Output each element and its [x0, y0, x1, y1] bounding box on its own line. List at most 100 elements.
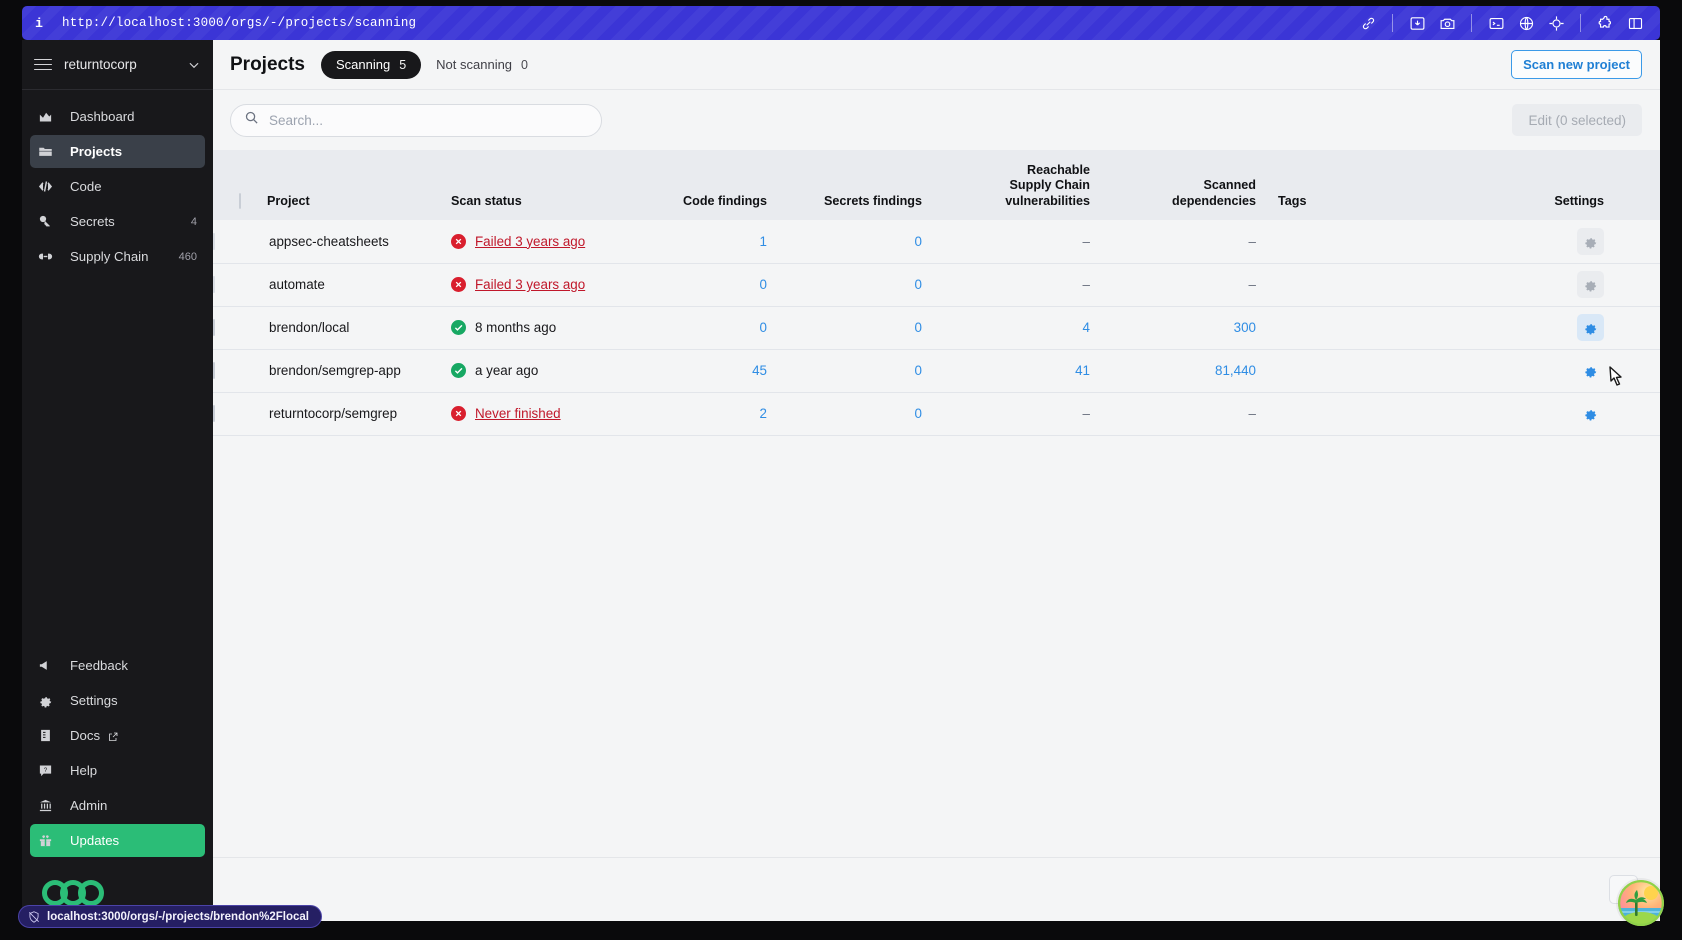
tab-not-scanning-label: Not scanning — [436, 57, 513, 72]
user-avatar[interactable] — [1618, 880, 1664, 926]
target-icon[interactable] — [1541, 8, 1571, 38]
cell-dependencies[interactable]: 300 — [1112, 306, 1278, 349]
cell-dependencies-value: – — [1248, 406, 1256, 421]
sidebar-item-help[interactable]: ? Help — [30, 754, 205, 787]
cell-settings[interactable] — [1478, 220, 1660, 263]
cell-project[interactable]: automate — [267, 263, 451, 306]
row-settings-gear-button[interactable] — [1577, 314, 1604, 341]
cell-secrets[interactable]: 0 — [789, 220, 944, 263]
table-row[interactable]: appsec-cheatsheets Failed 3 years ago 1 0 – – — [213, 220, 1660, 263]
edit-selected-button[interactable]: Edit (0 selected) — [1512, 104, 1642, 136]
sidebar-item-code[interactable]: Code — [30, 170, 205, 203]
terminal-icon[interactable] — [1481, 8, 1511, 38]
sidebar-label-admin: Admin — [70, 798, 108, 813]
row-checkbox[interactable] — [213, 319, 215, 336]
cell-reachable-value: 4 — [1082, 320, 1090, 335]
cell-tags — [1278, 263, 1478, 306]
cell-secrets[interactable]: 0 — [789, 263, 944, 306]
globe-icon[interactable] — [1511, 8, 1541, 38]
row-checkbox[interactable] — [213, 405, 215, 422]
cell-project[interactable]: appsec-cheatsheets — [267, 220, 451, 263]
header-reachable-line3: vulnerabilities — [1005, 193, 1090, 208]
cell-checkbox[interactable] — [213, 392, 267, 435]
cell-settings[interactable] — [1478, 392, 1660, 435]
shield-off-icon — [27, 910, 41, 924]
row-checkbox[interactable] — [213, 362, 215, 379]
search-box[interactable] — [230, 103, 602, 137]
sidebar-label-dashboard: Dashboard — [70, 109, 135, 124]
org-selector[interactable]: returntocorp — [22, 40, 213, 90]
cell-dependencies[interactable]: 81,440 — [1112, 349, 1278, 392]
cell-project[interactable]: returntocorp/semgrep — [267, 392, 451, 435]
cell-scan-status[interactable]: Failed 3 years ago — [451, 263, 643, 306]
cell-secrets[interactable]: 0 — [789, 349, 944, 392]
save-to-device-icon[interactable] — [1402, 8, 1432, 38]
sidebar-item-supply-chain[interactable]: Supply Chain 460 — [30, 240, 205, 273]
cell-reachable-value: – — [1082, 277, 1090, 292]
cell-reachable[interactable]: 4 — [944, 306, 1112, 349]
cell-scan-status[interactable]: 8 months ago — [451, 306, 643, 349]
header-scan-status: Scan status — [451, 150, 643, 220]
sidebar-item-dashboard[interactable]: Dashboard — [30, 100, 205, 133]
row-settings-gear-button[interactable] — [1577, 400, 1604, 427]
cell-secrets[interactable]: 0 — [789, 306, 944, 349]
sidebar-item-docs[interactable]: Docs — [30, 719, 205, 752]
camera-icon[interactable] — [1432, 8, 1462, 38]
cell-checkbox[interactable] — [213, 306, 267, 349]
table-row[interactable]: automate Failed 3 years ago 0 0 – – — [213, 263, 1660, 306]
folder-icon — [38, 144, 60, 159]
link-icon[interactable] — [1353, 8, 1383, 38]
sidebar-item-updates[interactable]: Updates — [30, 824, 205, 857]
cell-project[interactable]: brendon/local — [267, 306, 451, 349]
cell-dependencies: – — [1112, 220, 1278, 263]
header-select-all — [213, 150, 267, 220]
table-toolbar: Edit (0 selected) — [213, 90, 1660, 150]
cell-scan-status[interactable]: Never finished — [451, 392, 643, 435]
cell-code[interactable]: 0 — [643, 263, 789, 306]
page-title: Projects — [230, 53, 305, 75]
table-body: appsec-cheatsheets Failed 3 years ago 1 0 – –… — [213, 220, 1660, 435]
cell-code-value: 0 — [759, 277, 767, 292]
table-row[interactable]: returntocorp/semgrep Never finished 2 0 – – — [213, 392, 1660, 435]
sidebar-item-secrets[interactable]: Secrets 4 — [30, 205, 205, 238]
row-checkbox — [213, 276, 215, 293]
cell-code[interactable]: 0 — [643, 306, 789, 349]
cell-project[interactable]: brendon/semgrep-app — [267, 349, 451, 392]
cell-code[interactable]: 1 — [643, 220, 789, 263]
split-panel-icon[interactable] — [1620, 8, 1650, 38]
scan-new-project-button[interactable]: Scan new project — [1511, 50, 1642, 79]
select-all-checkbox[interactable] — [239, 192, 241, 209]
cell-settings[interactable] — [1478, 306, 1660, 349]
cell-checkbox[interactable] — [213, 349, 267, 392]
project-name: returntocorp/semgrep — [269, 406, 398, 421]
cell-scan-status[interactable]: Failed 3 years ago — [451, 220, 643, 263]
hamburger-icon[interactable] — [34, 58, 52, 71]
cell-scan-status[interactable]: a year ago — [451, 349, 643, 392]
tab-scanning[interactable]: Scanning 5 — [320, 50, 422, 79]
scan-status-text[interactable]: Failed 3 years ago — [475, 234, 585, 249]
tab-not-scanning[interactable]: Not scanning 0 — [421, 51, 543, 79]
row-settings-gear-button[interactable] — [1577, 357, 1604, 384]
cell-reachable[interactable]: 41 — [944, 349, 1112, 392]
cell-settings[interactable] — [1478, 263, 1660, 306]
sidebar-nav: Dashboard Projects Code Secrets 4 Supply… — [22, 90, 213, 275]
table-row[interactable]: brendon/semgrep-app a year ago 45 0 41 81,440 — [213, 349, 1660, 392]
header-reachable-line1: Reachable — [1027, 162, 1090, 177]
scan-status-text[interactable]: Failed 3 years ago — [475, 277, 585, 292]
sidebar-item-feedback[interactable]: Feedback — [30, 649, 205, 682]
scan-status-text[interactable]: Never finished — [475, 406, 561, 421]
gear-icon — [1585, 281, 1597, 292]
scan-status-text: a year ago — [475, 363, 539, 378]
sidebar-item-settings[interactable]: Settings — [30, 684, 205, 717]
cell-code[interactable]: 45 — [643, 349, 789, 392]
cell-tags — [1278, 392, 1478, 435]
cell-secrets[interactable]: 0 — [789, 392, 944, 435]
cell-settings[interactable] — [1478, 349, 1660, 392]
search-input[interactable] — [269, 112, 569, 128]
table-row[interactable]: brendon/local 8 months ago 0 0 4 300 — [213, 306, 1660, 349]
cell-code[interactable]: 2 — [643, 392, 789, 435]
puzzle-icon[interactable] — [1590, 8, 1620, 38]
sidebar-item-projects[interactable]: Projects — [30, 135, 205, 168]
sidebar-item-admin[interactable]: Admin — [30, 789, 205, 822]
cell-reachable: – — [944, 392, 1112, 435]
